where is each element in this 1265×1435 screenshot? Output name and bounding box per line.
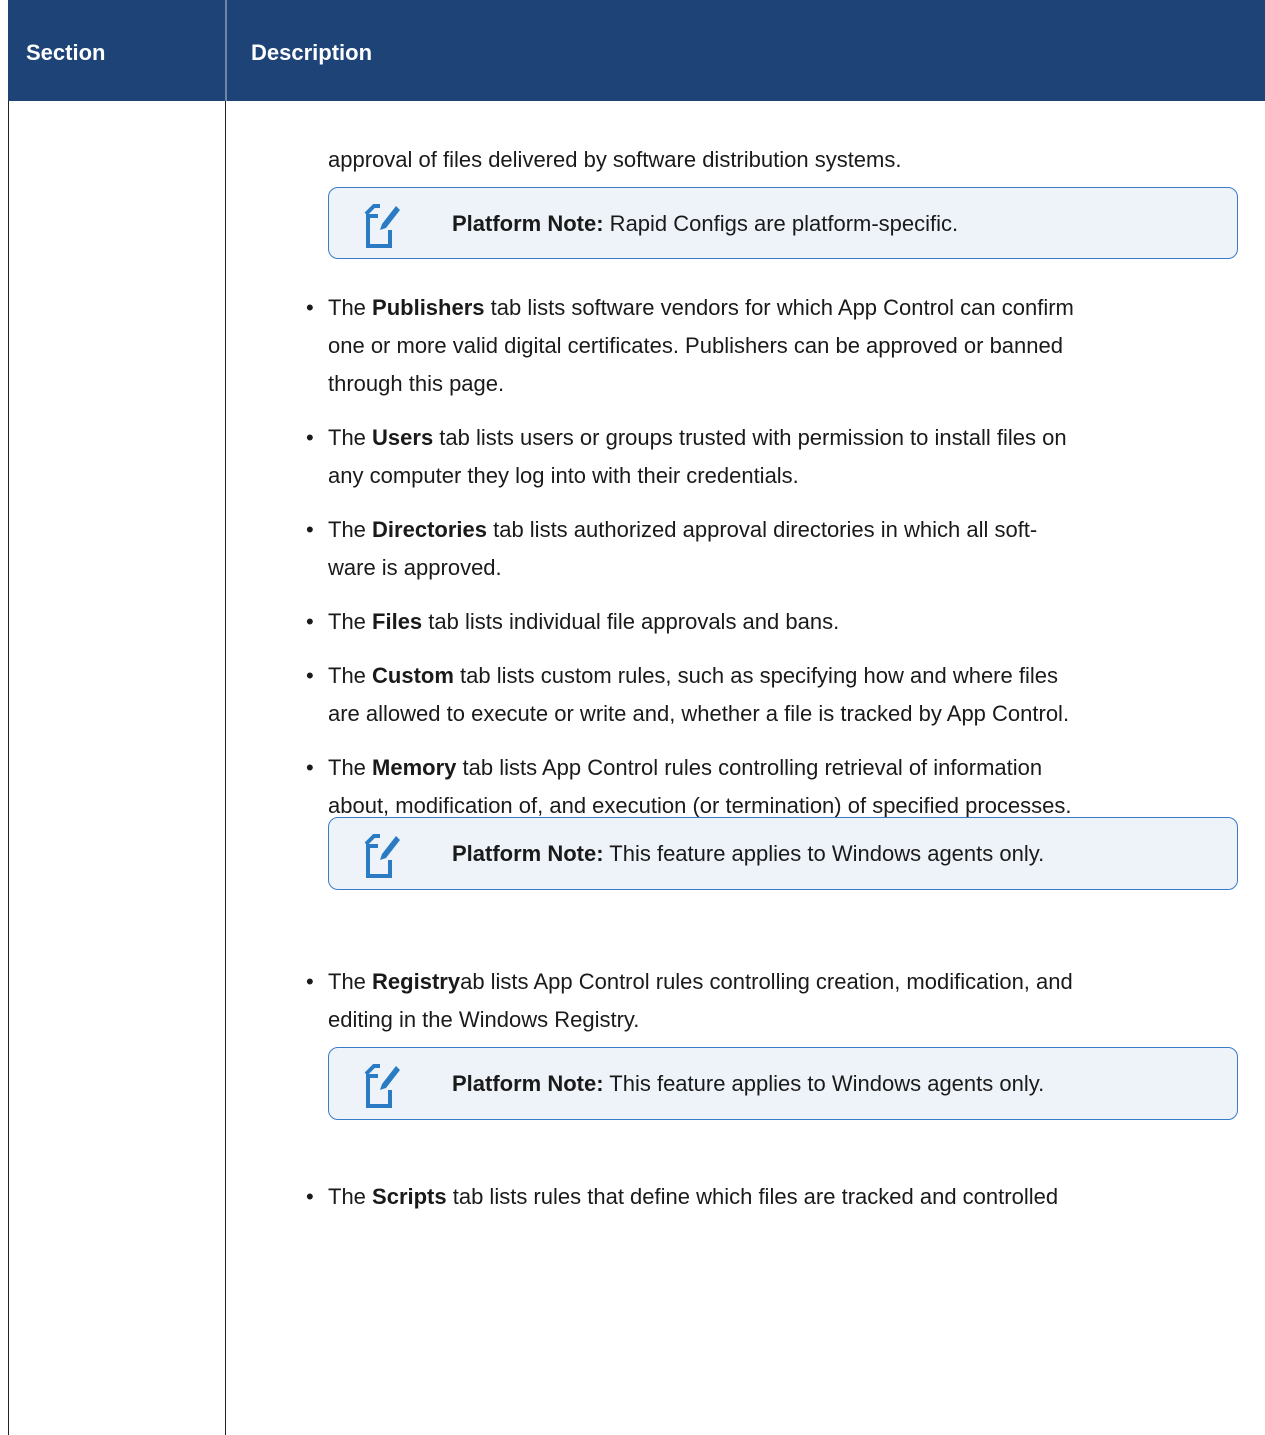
list-item-publishers: • The Publishers tab lists software vend…: [306, 295, 1074, 396]
note-text: Rapid Configs are platform-specific.: [603, 211, 959, 236]
table-header: Section Description: [8, 0, 1265, 101]
note-label: Platform Note:: [452, 211, 604, 236]
note-label: Platform Note:: [452, 1071, 604, 1096]
content-table: Section Description approval of files de…: [8, 0, 1265, 1435]
note-label: Platform Note:: [452, 841, 604, 866]
list-item-scripts: • The Scripts tab lists rules that defin…: [306, 1184, 1059, 1209]
list-item-directories: • The Directories tab lists authorized a…: [306, 517, 1038, 580]
list-item-custom: • The Custom tab lists custom rules, suc…: [306, 663, 1070, 726]
note-text: This feature applies to Windows agents o…: [603, 1071, 1045, 1096]
table-left-border: [8, 101, 9, 1435]
platform-note-1: Platform Note: Rapid Configs are platfor…: [328, 187, 1238, 259]
column-divider: [225, 101, 226, 1435]
note-edit-icon: [364, 1064, 400, 1108]
list-item-files: • The Files tab lists individual file ap…: [306, 609, 840, 634]
note-edit-icon: [364, 204, 400, 248]
section-column-header: Section: [26, 40, 106, 65]
list-item-registry: • The Registryab lists App Control rules…: [306, 969, 1073, 1032]
note-text: This feature applies to Windows agents o…: [603, 841, 1045, 866]
header-column-divider: [225, 0, 227, 101]
description-column-header: Description: [251, 40, 373, 65]
note-edit-icon: [364, 834, 400, 878]
platform-note-3: Platform Note: This feature applies to W…: [328, 1047, 1238, 1120]
continuation-text: approval of files delivered by software …: [328, 147, 902, 172]
list-item-users: • The Users tab lists users or groups tr…: [306, 425, 1067, 488]
platform-note-2: Platform Note: This feature applies to W…: [328, 817, 1238, 890]
list-item-memory: • The Memory tab lists App Control rules…: [306, 755, 1072, 818]
